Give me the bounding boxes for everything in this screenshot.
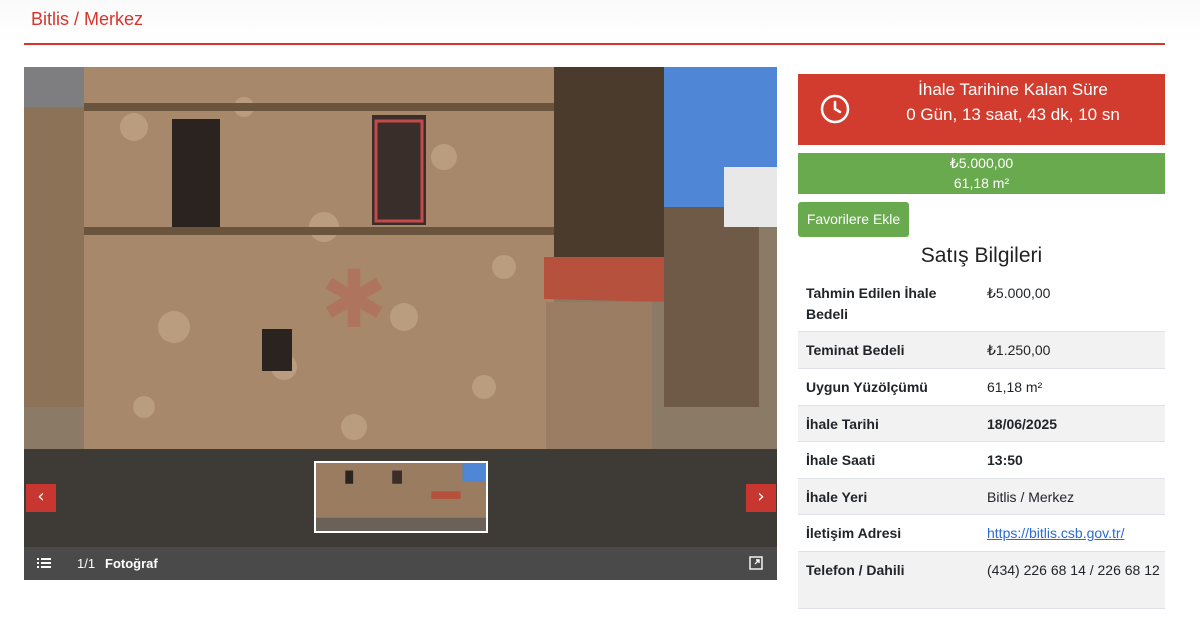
fullscreen-icon[interactable] <box>749 556 763 570</box>
row-label: Uygun Yüzölçümü <box>806 379 928 395</box>
row-label: Tahmin Edilen İhale Bedeli <box>806 285 937 322</box>
table-row: İhale Yeri Bitlis / Merkez <box>798 479 1165 515</box>
table-row: Telefon / Dahili (434) 226 68 14 / 226 6… <box>798 552 1165 609</box>
row-value: Bitlis / Merkez <box>987 489 1075 505</box>
svg-text:✱: ✱ <box>320 255 387 344</box>
table-row: Teminat Bedeli ₺1.250,00 <box>798 332 1165 369</box>
row-label: İhale Tarihi <box>806 416 879 432</box>
table-row: İhale Saati 13:50 <box>798 442 1165 479</box>
contact-link[interactable]: https://bitlis.csb.gov.tr/ <box>987 525 1124 541</box>
chevron-right-icon: › <box>757 486 765 507</box>
row-label: İhale Saati <box>806 452 876 468</box>
photo-caption: Fotoğraf <box>105 556 158 571</box>
clock-icon <box>820 94 850 124</box>
previous-photo-button[interactable]: ‹ <box>26 484 56 512</box>
row-value: 13:50 <box>987 452 1023 468</box>
price-value: ₺5.000,00 <box>949 155 1014 171</box>
next-photo-button[interactable]: › <box>746 484 776 512</box>
row-label: İletişim Adresi <box>806 525 902 541</box>
row-value: https://bitlis.csb.gov.tr/ <box>987 523 1162 544</box>
row-value: (434) 226 68 14 / 226 68 12 <box>987 562 1160 578</box>
chevron-left-icon: ‹ <box>37 486 45 507</box>
list-icon[interactable] <box>37 556 51 570</box>
row-label: İhale Yeri <box>806 489 868 505</box>
price-summary: ₺5.000,00 61,18 m² <box>798 153 1165 194</box>
breadcrumb[interactable]: Bitlis / Merkez <box>31 9 143 30</box>
top-bar: Bitlis / Merkez <box>0 0 1200 44</box>
row-label: Telefon / Dahili <box>806 562 905 578</box>
table-row: Uygun Yüzölçümü 61,18 m² <box>798 369 1165 406</box>
add-to-favorites-button[interactable]: Favorilere Ekle <box>798 202 909 237</box>
row-label: Teminat Bedeli <box>806 342 905 358</box>
gallery-toolbar: 1/1 Fotoğraf <box>24 547 777 580</box>
row-value: 61,18 m² <box>987 379 1043 395</box>
table-row: Tahmin Edilen İhale Bedeli ₺5.000,00 <box>798 275 1165 332</box>
auction-countdown: İhale Tarihine Kalan Süre 0 Gün, 13 saat… <box>798 74 1165 145</box>
countdown-title: İhale Tarihine Kalan Süre <box>918 80 1108 99</box>
photo-counter: 1/1 <box>77 556 96 571</box>
row-value: ₺1.250,00 <box>987 342 1051 358</box>
section-title: Satış Bilgileri <box>920 244 1043 267</box>
thumbnail-strip <box>24 449 777 547</box>
header-divider <box>24 43 1165 45</box>
row-value: 18/06/2025 <box>987 416 1058 432</box>
photo-gallery: ✱ ‹ › 1/1 Fotoğraf <box>24 67 777 580</box>
countdown-remaining: 0 Gün, 13 saat, 43 dk, 10 sn <box>906 105 1120 124</box>
area-value: 61,18 m² <box>953 175 1010 191</box>
table-row: İhale Tarihi 18/06/2025 <box>798 406 1165 442</box>
thumbnail-1[interactable] <box>314 461 488 533</box>
row-value: ₺5.000,00 <box>987 285 1051 301</box>
table-row: İletişim Adresi https://bitlis.csb.gov.t… <box>798 515 1165 552</box>
